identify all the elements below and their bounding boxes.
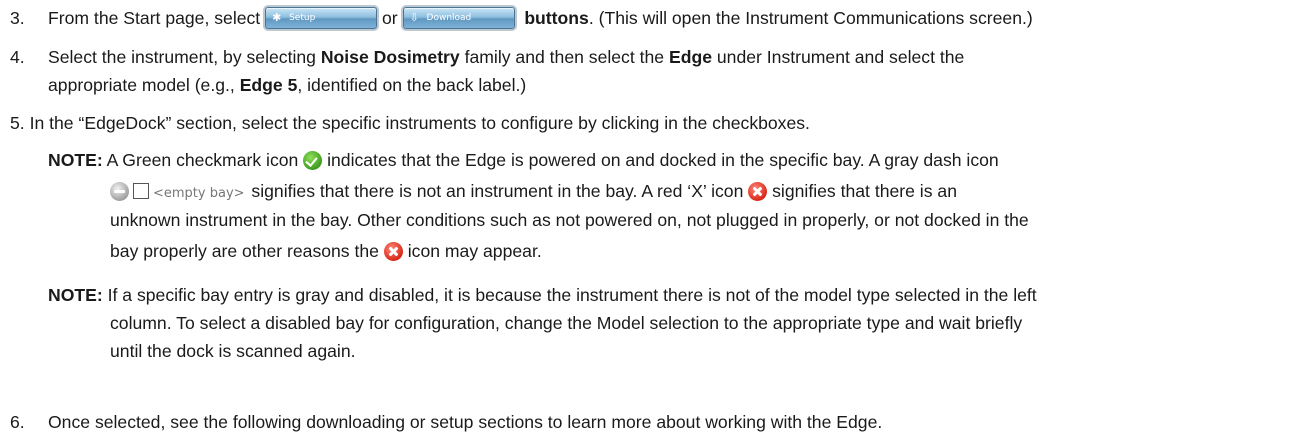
note-1-text-f: icon may appear. xyxy=(402,241,542,261)
step-6-number: 6. xyxy=(10,412,25,432)
note-2-text-a: If a specific bay entry is gray and disa… xyxy=(102,285,1037,305)
step-4-number: 4. xyxy=(10,47,25,67)
step-5-number: 5. xyxy=(10,113,25,133)
step-3-number: 3. xyxy=(10,8,25,28)
red-x-icon xyxy=(383,242,403,261)
red-x-icon xyxy=(748,182,768,201)
note-2-line-3: until the dock is scanned again. xyxy=(110,341,356,361)
note-1-text-a: A Green checkmark icon xyxy=(102,150,304,170)
setup-button-image: ✱ Setup xyxy=(265,7,378,29)
step-4-text-c: under Instrument and select the xyxy=(712,47,965,67)
step-5-text: In the “EdgeDock” section, select the sp… xyxy=(29,113,810,133)
step-3-or: or xyxy=(381,8,403,28)
note-1-text-d: signifies that there is an xyxy=(767,181,957,201)
step-4-text-a: Select the instrument, by selecting xyxy=(48,47,321,67)
note-1-line-1: NOTE: A Green checkmark icon indicates t… xyxy=(48,145,999,175)
download-arrow-icon: ⇩ xyxy=(409,11,419,24)
edge-term: Edge xyxy=(668,47,712,67)
step-4-line-1: Select the instrument, by selecting Nois… xyxy=(48,42,964,72)
step-4-text-e: , identified on the back label.) xyxy=(297,75,527,95)
note-2-line-2: column. To select a disabled bay for con… xyxy=(110,313,1023,333)
note-1-text-c: signifies that there is not an instrumen… xyxy=(246,181,749,201)
note-1-text-b: indicates that the Edge is powered on an… xyxy=(322,150,999,170)
edge-5-term: Edge 5 xyxy=(239,75,298,95)
setup-button-label: Setup xyxy=(289,13,316,23)
green-checkmark-icon xyxy=(303,151,323,170)
note-1-text-e: bay properly are other reasons the xyxy=(110,241,384,261)
step-6-text: Once selected, see the following downloa… xyxy=(48,412,883,432)
step-4-text-d: appropriate model (e.g., xyxy=(48,75,240,95)
step-3-lead: From the Start page, select xyxy=(48,8,266,28)
download-button-label: Download xyxy=(426,13,472,23)
step-5-line: 5. In the “EdgeDock” section, select the… xyxy=(10,108,810,138)
empty-checkbox-icon xyxy=(133,183,149,199)
step-3-buttons-word: buttons xyxy=(524,8,589,28)
step-4-line-2: appropriate model (e.g., Edge 5, identif… xyxy=(48,70,526,100)
gear-icon: ✱ xyxy=(272,11,282,24)
gray-dash-icon xyxy=(110,182,129,201)
note-2-line-1: NOTE: If a specific bay entry is gray an… xyxy=(48,280,1037,310)
note-2-label: NOTE: xyxy=(48,285,103,305)
empty-bay-label: <empty bay> xyxy=(153,186,245,201)
step-4-text-b: family and then select the xyxy=(459,47,669,67)
noise-dosimetry-term: Noise Dosimetry xyxy=(320,47,460,67)
step-3-text: From the Start page, select ✱ Setup or ⇩… xyxy=(48,3,1033,33)
note-1-label: NOTE: xyxy=(48,150,103,170)
step-3-tail: . (This will open the Instrument Communi… xyxy=(588,8,1033,28)
document-page: 3. From the Start page, select ✱ Setup o… xyxy=(0,0,1311,447)
download-button-image: ⇩ Download xyxy=(402,7,515,29)
note-1-line-4: bay properly are other reasons the icon … xyxy=(110,236,542,266)
note-1-line-3: unknown instrument in the bay. Other con… xyxy=(110,210,1029,230)
